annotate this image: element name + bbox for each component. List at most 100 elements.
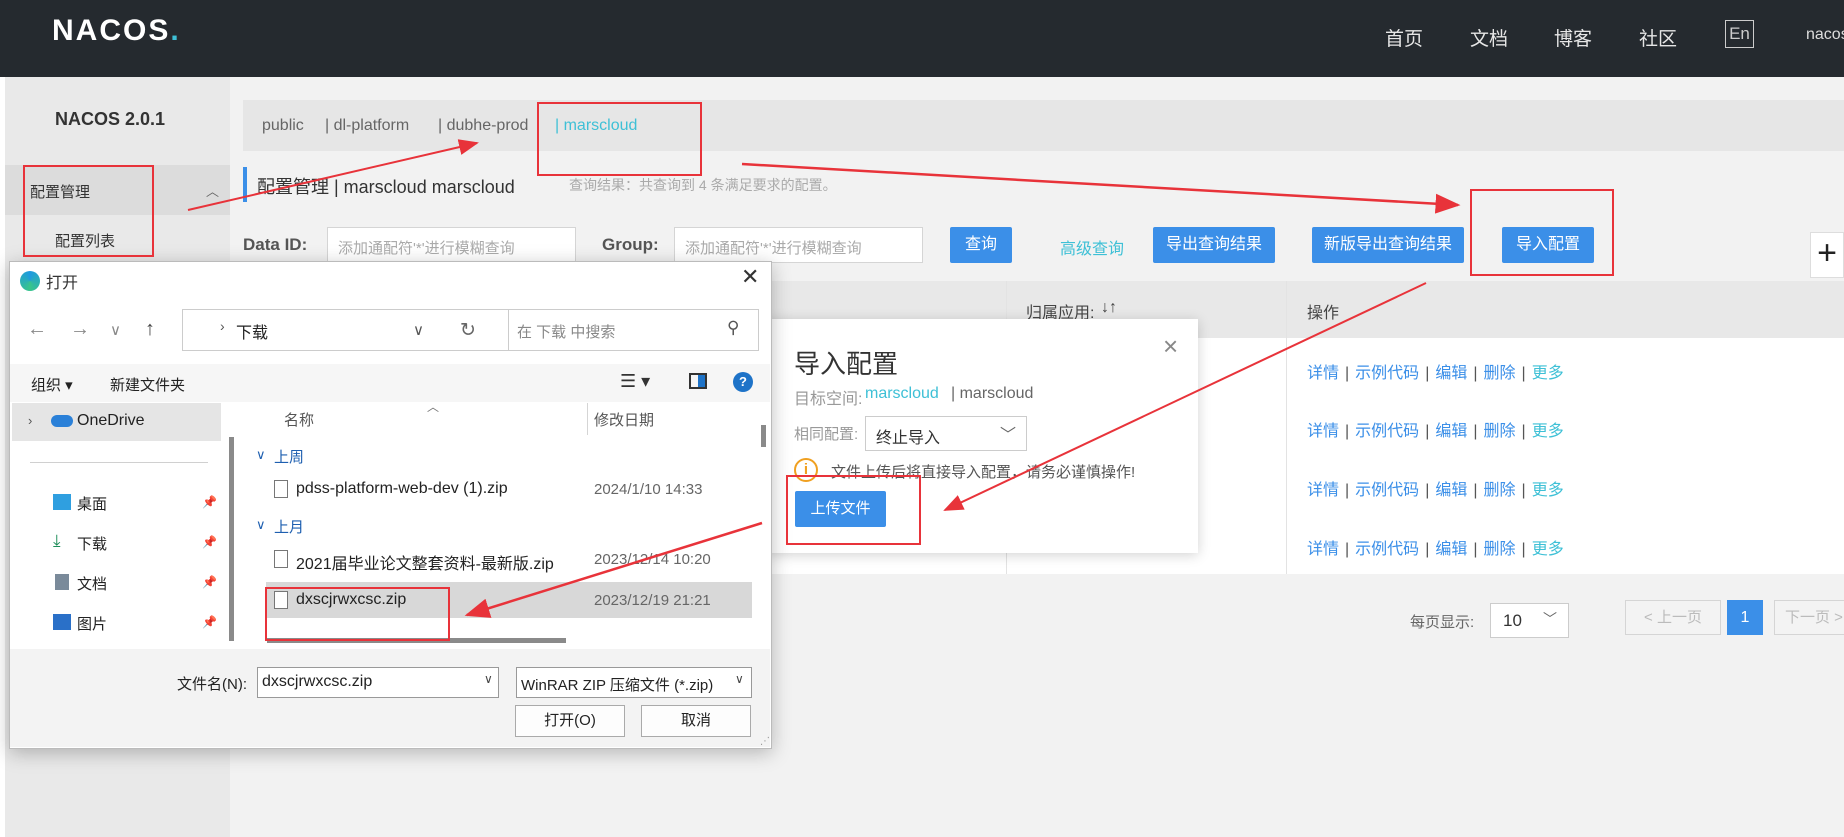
- page-size-select[interactable]: 10: [1490, 603, 1569, 638]
- search-input[interactable]: 在 下载 中搜索: [508, 309, 759, 351]
- sample-code-link[interactable]: 示例代码: [1355, 365, 1419, 382]
- new-folder-button[interactable]: 新建文件夹: [110, 374, 185, 395]
- data-id-label: Data ID:: [243, 235, 308, 254]
- query-button[interactable]: 查询: [950, 227, 1012, 263]
- column-header-date[interactable]: 修改日期: [594, 409, 654, 430]
- chevron-up-icon: ︿: [206, 184, 220, 199]
- open-button[interactable]: 打开(O): [515, 705, 625, 737]
- file-type-select[interactable]: WinRAR ZIP 压缩文件 (*.zip): [516, 667, 752, 698]
- edit-link[interactable]: 编辑: [1435, 482, 1467, 499]
- recent-locations-icon[interactable]: ∨: [110, 321, 121, 339]
- add-config-button[interactable]: +: [1810, 232, 1844, 278]
- more-link[interactable]: 更多: [1532, 423, 1564, 440]
- new-export-button[interactable]: 新版导出查询结果: [1312, 227, 1464, 263]
- page-title: 配置管理 | marscloud marscloud: [257, 177, 515, 197]
- filename-label: 文件名(N):: [177, 676, 247, 693]
- delete-link[interactable]: 删除: [1484, 423, 1516, 440]
- sort-icon[interactable]: ↓↑: [1101, 299, 1117, 317]
- file-name: 2021届毕业论文整套资料-最新版.zip: [296, 556, 554, 573]
- forward-arrow-icon[interactable]: →: [70, 318, 90, 341]
- nav-pane-scrollbar[interactable]: [229, 437, 234, 641]
- chevron-down-icon[interactable]: ∨: [256, 447, 266, 463]
- advanced-query-link[interactable]: 高级查询: [1060, 235, 1124, 259]
- chevron-right-icon[interactable]: ›: [28, 413, 32, 428]
- file-list-scrollbar[interactable]: [761, 425, 766, 447]
- chevron-down-icon[interactable]: ∨: [735, 672, 744, 686]
- detail-link[interactable]: 详情: [1307, 541, 1339, 558]
- cloud-icon: [51, 415, 73, 427]
- more-link[interactable]: 更多: [1532, 541, 1564, 558]
- chevron-down-icon[interactable]: ∨: [484, 672, 493, 686]
- detail-link[interactable]: 详情: [1307, 482, 1339, 499]
- table-row-actions: 详情 | 示例代码 | 编辑 | 删除 | 更多: [1307, 482, 1564, 499]
- group-input[interactable]: 添加通配符'*'进行模糊查询: [674, 227, 923, 263]
- next-page-button[interactable]: 下一页 >: [1774, 600, 1844, 635]
- delete-link[interactable]: 删除: [1484, 541, 1516, 558]
- resize-grip-icon[interactable]: ⋰: [760, 736, 770, 747]
- edit-link[interactable]: 编辑: [1435, 423, 1467, 440]
- chevron-down-icon[interactable]: ∨: [256, 517, 266, 533]
- edit-link[interactable]: 编辑: [1435, 541, 1467, 558]
- data-id-input[interactable]: 添加通配符'*'进行模糊查询: [327, 227, 576, 263]
- group-last-month[interactable]: 上月: [274, 516, 304, 537]
- table-divider: [1286, 338, 1287, 574]
- column-header-name[interactable]: 名称: [284, 409, 314, 430]
- close-icon[interactable]: ✕: [741, 264, 759, 290]
- import-dialog-title: 导入配置: [794, 349, 899, 379]
- delete-link[interactable]: 删除: [1484, 482, 1516, 499]
- namespace-public[interactable]: public: [262, 117, 304, 135]
- refresh-icon[interactable]: ↻: [460, 319, 476, 342]
- zip-file-icon: [274, 480, 288, 498]
- filename-input[interactable]: dxscjrwxcsc.zip: [257, 667, 499, 698]
- path-segment-downloads[interactable]: 下载: [236, 319, 268, 343]
- nav-community-link[interactable]: 社区: [1639, 24, 1677, 51]
- nav-docs-link[interactable]: 文档: [1470, 24, 1508, 51]
- chevron-down-icon[interactable]: ∨: [413, 321, 424, 339]
- pin-icon: 📌: [202, 575, 217, 589]
- view-options-icon[interactable]: ☰ ▾: [620, 371, 650, 392]
- nav-item-desktop[interactable]: 桌面: [77, 493, 107, 514]
- edge-browser-icon: [20, 271, 40, 291]
- more-link[interactable]: 更多: [1532, 365, 1564, 382]
- table-row-actions: 详情 | 示例代码 | 编辑 | 删除 | 更多: [1307, 423, 1564, 440]
- user-name[interactable]: nacos: [1806, 26, 1844, 44]
- page-1-button[interactable]: 1: [1727, 600, 1763, 635]
- namespace-dubhe-prod[interactable]: | dubhe-prod: [438, 117, 528, 135]
- nacos-logo[interactable]: NACOS.: [52, 14, 181, 48]
- close-icon[interactable]: ×: [1163, 331, 1178, 362]
- page-size-label: 每页显示:: [1410, 614, 1475, 631]
- cancel-button[interactable]: 取消: [641, 705, 751, 737]
- organize-menu[interactable]: 组织 ▾: [31, 374, 73, 395]
- sort-ascending-icon: ︿: [427, 400, 440, 414]
- language-toggle[interactable]: En: [1725, 20, 1754, 48]
- annotation-box: [1470, 189, 1614, 276]
- sample-code-link[interactable]: 示例代码: [1355, 423, 1419, 440]
- edit-link[interactable]: 编辑: [1435, 365, 1467, 382]
- namespace-dl-platform[interactable]: | dl-platform: [325, 117, 409, 135]
- onedrive-label: OneDrive: [77, 412, 145, 429]
- column-divider[interactable]: [587, 403, 588, 435]
- delete-link[interactable]: 删除: [1484, 365, 1516, 382]
- group-last-week[interactable]: 上周: [274, 446, 304, 467]
- up-arrow-icon[interactable]: ↑: [145, 318, 155, 341]
- sample-code-link[interactable]: 示例代码: [1355, 541, 1419, 558]
- search-icon[interactable]: ⚲: [727, 318, 739, 338]
- sample-code-link[interactable]: 示例代码: [1355, 482, 1419, 499]
- nav-home-link[interactable]: 首页: [1385, 24, 1423, 51]
- target-namespace-value: marscloud: [865, 385, 939, 402]
- more-link[interactable]: 更多: [1532, 482, 1564, 499]
- nav-item-downloads[interactable]: 下载: [77, 533, 107, 554]
- export-button[interactable]: 导出查询结果: [1153, 227, 1275, 263]
- detail-link[interactable]: 详情: [1307, 423, 1339, 440]
- nav-item-documents[interactable]: 文档: [77, 573, 107, 594]
- column-header-ops: 操作: [1307, 305, 1340, 322]
- logo-text: NACOS: [52, 14, 171, 47]
- help-icon[interactable]: ?: [733, 372, 753, 392]
- download-icon: ⤓: [53, 531, 61, 550]
- detail-link[interactable]: 详情: [1307, 365, 1339, 382]
- preview-pane-fill: [698, 375, 705, 387]
- prev-page-button[interactable]: < 上一页: [1625, 600, 1721, 635]
- nav-blog-link[interactable]: 博客: [1554, 24, 1592, 51]
- back-arrow-icon[interactable]: ←: [27, 318, 47, 341]
- nav-item-pictures[interactable]: 图片: [77, 613, 107, 634]
